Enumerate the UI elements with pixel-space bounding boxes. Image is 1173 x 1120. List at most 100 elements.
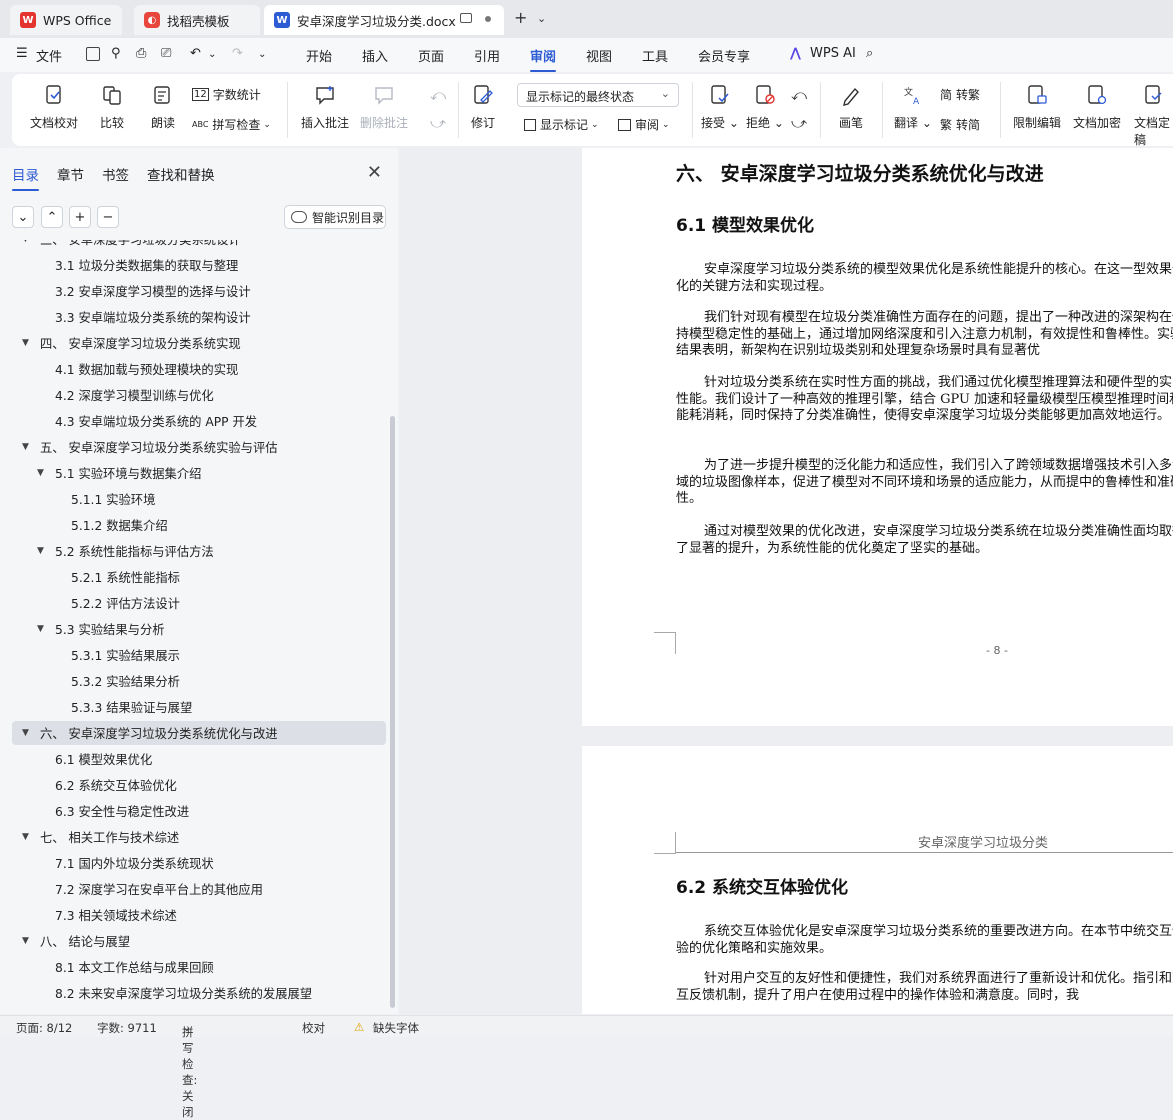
- toc-item[interactable]: 7.1 国内外垃圾分类系统现状: [12, 851, 386, 875]
- toc-item[interactable]: ▼ 四、 安卓深度学习垃圾分类系统实现: [12, 331, 386, 355]
- toc-item[interactable]: 3.2 安卓深度学习模型的选择与设计: [12, 279, 386, 303]
- finalize-button[interactable]: 文档定稿: [1134, 84, 1173, 148]
- toc-item[interactable]: 6.1 模型效果优化: [12, 747, 386, 771]
- spell-check-button[interactable]: ABC 拼写检查 ⌄: [192, 116, 271, 133]
- proofread-status[interactable]: 校对: [302, 1020, 325, 1036]
- tab-docer[interactable]: ◐ 找稻壳模板: [134, 5, 260, 35]
- toc-item[interactable]: 5.3.1 实验结果展示: [12, 643, 386, 667]
- toc-item[interactable]: 4.2 深度学习模型训练与优化: [12, 383, 386, 407]
- toc-item[interactable]: 6.2 系统交互体验优化: [12, 773, 386, 797]
- toc-item[interactable]: 7.2 深度学习在安卓平台上的其他应用: [12, 877, 386, 901]
- toc-item[interactable]: ▼ 七、 相关工作与技术综述: [12, 825, 386, 849]
- toc-item[interactable]: 6.3 安全性与稳定性改进: [12, 799, 386, 823]
- review-pane-button[interactable]: 审阅 ⌄: [618, 116, 670, 133]
- pen-button[interactable]: 画笔: [839, 84, 863, 131]
- encrypt-button[interactable]: 文档加密: [1073, 84, 1121, 131]
- toc-item[interactable]: 3.3 安卓端垃圾分类系统的架构设计: [12, 305, 386, 329]
- menu-insert[interactable]: 插入: [362, 46, 388, 65]
- missing-font-status[interactable]: 缺失字体: [373, 1020, 419, 1036]
- menu-page[interactable]: 页面: [418, 46, 444, 65]
- insert-comment-button[interactable]: 插入批注: [301, 84, 349, 131]
- read-aloud-button[interactable]: 朗读: [151, 84, 175, 131]
- menu-view[interactable]: 视图: [586, 46, 612, 65]
- toc-item[interactable]: ▼ 六、 安卓深度学习垃圾分类系统优化与改进: [12, 721, 386, 745]
- print-icon[interactable]: ⎙: [136, 46, 146, 61]
- expand-arrow-icon[interactable]: ▼: [22, 728, 29, 738]
- redo-icon[interactable]: ↷: [232, 46, 243, 61]
- document-page[interactable]: 六、 安卓深度学习垃圾分类系统优化与改进 6.1 模型效果优化 安卓深度学习垃圾…: [582, 148, 1173, 726]
- next-comment-icon[interactable]: ⤻: [430, 114, 446, 132]
- word-count-button[interactable]: 12 字数统计: [192, 86, 261, 103]
- toc-item[interactable]: 8.1 本文工作总结与成果回顾: [12, 955, 386, 979]
- page-indicator[interactable]: 页面: 8/12: [16, 1020, 72, 1036]
- menu-tools[interactable]: 工具: [642, 46, 668, 65]
- to-simplified-button[interactable]: 繁 转简: [940, 116, 980, 133]
- toc-item[interactable]: 5.1.2 数据集介绍: [12, 513, 386, 537]
- toc-item[interactable]: 5.2.1 系统性能指标: [12, 565, 386, 589]
- expand-arrow-icon[interactable]: ▼: [37, 468, 44, 478]
- dot-icon[interactable]: [485, 16, 491, 22]
- word-count-status[interactable]: 字数: 9711: [97, 1020, 157, 1036]
- tab-document[interactable]: W 安卓深度学习垃圾分类.docx: [264, 5, 504, 35]
- prev-change-icon[interactable]: ⤺: [791, 86, 807, 104]
- share-icon[interactable]: ⚲: [111, 46, 121, 61]
- toc-item[interactable]: 8.2 未来安卓深度学习垃圾分类系统的发展展望: [12, 981, 386, 1005]
- menu-review[interactable]: 审阅: [530, 46, 557, 72]
- add-icon[interactable]: +: [69, 206, 91, 228]
- toc-item[interactable]: ▼ 5.1 实验环境与数据集介绍: [12, 461, 386, 485]
- toc-item[interactable]: ▼ 5.2 系统性能指标与评估方法: [12, 539, 386, 563]
- prev-comment-icon[interactable]: ⤺: [430, 86, 446, 104]
- menu-reference[interactable]: 引用: [474, 46, 500, 65]
- preview-icon[interactable]: ⎚: [161, 46, 171, 61]
- toc-item[interactable]: 4.1 数据加载与预处理模块的实现: [12, 357, 386, 381]
- next-change-icon[interactable]: ⤻: [791, 114, 807, 132]
- monitor-icon[interactable]: [460, 13, 472, 23]
- tab-find-replace[interactable]: 查找和替换: [147, 164, 215, 191]
- menu-start[interactable]: 开始: [306, 46, 332, 65]
- track-changes-button[interactable]: 修订: [471, 84, 495, 131]
- expand-arrow-icon[interactable]: ▼: [22, 338, 29, 348]
- reject-button[interactable]: 拒绝 ⌄: [746, 84, 784, 131]
- search-icon[interactable]: ⌕: [866, 46, 873, 61]
- toc-item[interactable]: ▼ 5.3 实验结果与分析: [12, 617, 386, 641]
- panel-scrollbar[interactable]: [390, 416, 395, 1008]
- menu-file[interactable]: 文件: [36, 46, 62, 65]
- tab-toc[interactable]: 目录: [12, 164, 39, 191]
- close-icon[interactable]: ✕: [367, 162, 382, 183]
- toc-item[interactable]: ▼ 三、 安卓深度学习垃圾分类系统设计: [12, 240, 386, 251]
- tab-wps-office[interactable]: W WPS Office: [10, 5, 122, 35]
- hamburger-icon[interactable]: ☰: [16, 46, 28, 61]
- remove-icon[interactable]: −: [97, 206, 119, 228]
- expand-arrow-icon[interactable]: ▼: [37, 546, 44, 556]
- toc-item[interactable]: 5.3.3 结果验证与展望: [12, 695, 386, 719]
- expand-arrow-icon[interactable]: ▼: [22, 832, 29, 842]
- toc-item[interactable]: 4.3 安卓端垃圾分类系统的 APP 开发: [12, 409, 386, 433]
- more-dropdown-icon[interactable]: ⌄: [258, 49, 266, 60]
- expand-arrow-icon[interactable]: ▼: [22, 240, 29, 244]
- new-tab-icon[interactable]: +: [514, 8, 527, 27]
- expand-icon[interactable]: ⌃: [41, 206, 63, 228]
- show-markup-button[interactable]: 显示标记 ⌄: [524, 116, 599, 133]
- collapse-icon[interactable]: ⌄: [12, 206, 34, 228]
- expand-arrow-icon[interactable]: ▼: [37, 624, 44, 634]
- toc-item[interactable]: ▼ 八、 结论与展望: [12, 929, 386, 953]
- expand-arrow-icon[interactable]: ▼: [22, 936, 29, 946]
- chevron-down-icon[interactable]: ⌄: [537, 12, 546, 25]
- undo-icon[interactable]: ↶: [190, 46, 201, 61]
- menu-member[interactable]: 会员专享: [698, 46, 750, 65]
- smart-toc-button[interactable]: 智能识别目录: [284, 205, 386, 229]
- translate-button[interactable]: 文A 翻译 ⌄: [894, 84, 932, 131]
- tab-bookmarks[interactable]: 书签: [102, 164, 129, 191]
- doc-check-button[interactable]: 文档校对: [30, 84, 78, 131]
- accept-button[interactable]: 接受 ⌄: [701, 84, 739, 131]
- tab-sections[interactable]: 章节: [57, 164, 84, 191]
- to-traditional-button[interactable]: 简 转繁: [940, 86, 980, 103]
- undo-dropdown-icon[interactable]: ⌄: [208, 49, 216, 60]
- document-page[interactable]: 安卓深度学习垃圾分类 6.2 系统交互体验优化 系统交互体验优化是安卓深度学习垃…: [582, 746, 1173, 1014]
- expand-arrow-icon[interactable]: ▼: [22, 442, 29, 452]
- toc-item[interactable]: 5.1.1 实验环境: [12, 487, 386, 511]
- restrict-edit-button[interactable]: 限制编辑: [1013, 84, 1061, 131]
- toc-item[interactable]: 3.1 垃圾分类数据集的获取与整理: [12, 253, 386, 277]
- toc-item[interactable]: 5.2.2 评估方法设计: [12, 591, 386, 615]
- spell-check-status[interactable]: 拼写检查: 关闭 ⌄: [182, 1020, 197, 1119]
